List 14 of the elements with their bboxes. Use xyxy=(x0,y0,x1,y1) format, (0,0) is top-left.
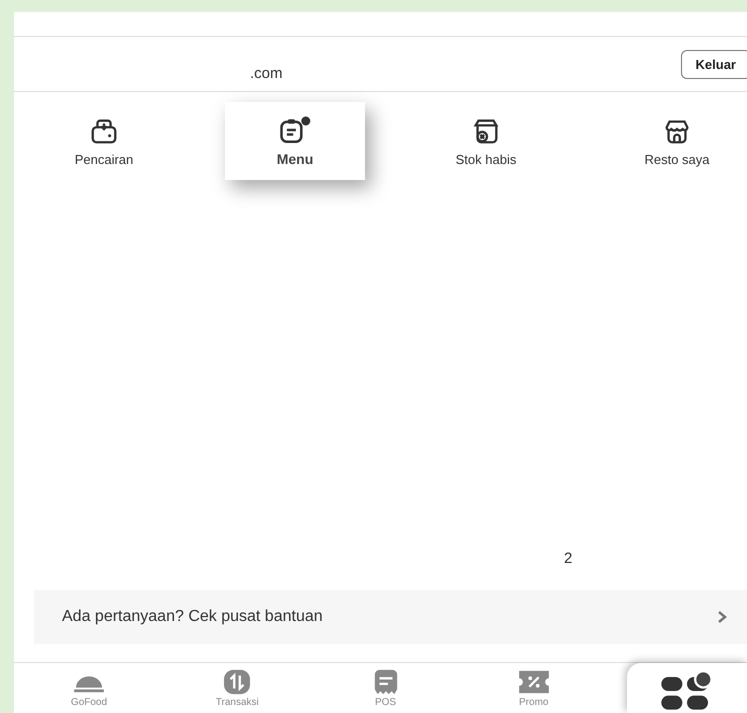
nav-tab[interactable]: Promo xyxy=(478,663,589,713)
nav-tab[interactable]: POS xyxy=(330,663,440,713)
chevron-right-icon xyxy=(717,611,727,623)
nav-tab[interactable]: GoFood xyxy=(34,663,144,713)
clipboard-icon xyxy=(280,119,303,143)
shortcut-tile[interactable]: Stok habis xyxy=(416,102,556,180)
email-text: .com xyxy=(250,64,283,82)
page-number: 2 xyxy=(564,550,572,569)
logout-button[interactable]: Keluar xyxy=(680,50,747,78)
help-link[interactable]: Ada pertanyaan? Cek pusat bantuan xyxy=(34,590,747,644)
shortcut-tile[interactable]: Pencairan xyxy=(34,102,174,180)
shortcut-tile[interactable]: Menu xyxy=(225,102,365,180)
shortcut-tile[interactable]: Resto saya xyxy=(607,102,747,180)
nav-tab[interactable]: Transaksi xyxy=(182,663,292,713)
